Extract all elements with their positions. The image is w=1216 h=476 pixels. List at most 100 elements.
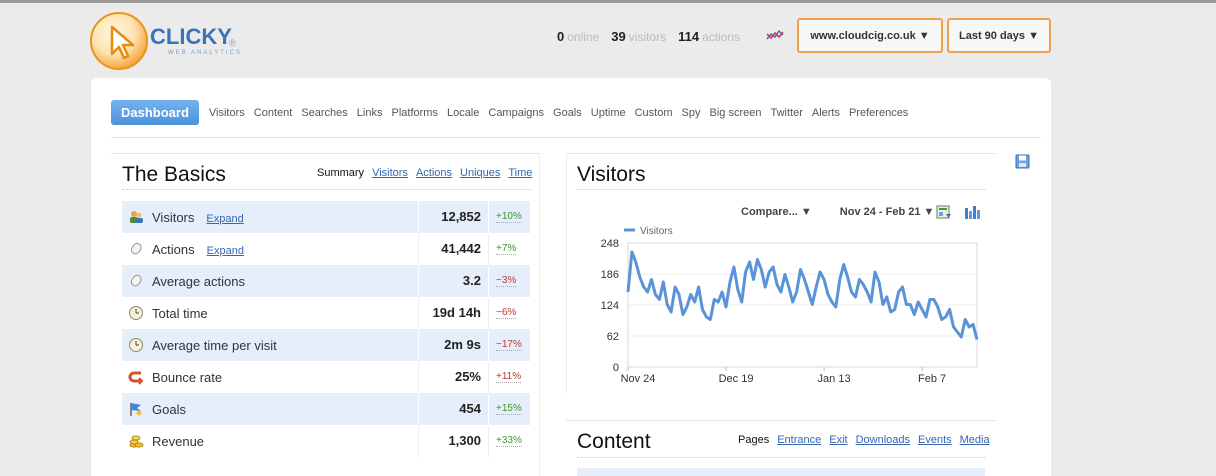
- data-point: [893, 308, 896, 311]
- data-point: [799, 268, 802, 271]
- data-point: [838, 278, 841, 281]
- data-point: [638, 276, 641, 279]
- basics-tab-visitors[interactable]: Visitors: [372, 167, 408, 179]
- tab-uptime[interactable]: Uptime: [591, 107, 626, 119]
- row-change[interactable]: +33%: [496, 435, 522, 447]
- row-label: Average actions: [152, 274, 245, 289]
- basics-row-goals[interactable]: Goals 454 +15%: [122, 393, 530, 425]
- row-change[interactable]: −17%: [496, 339, 522, 351]
- expand-actions-link[interactable]: Expand: [207, 245, 244, 257]
- tab-visitors[interactable]: Visitors: [209, 107, 245, 119]
- expand-visitors-link[interactable]: Expand: [206, 213, 243, 225]
- bar-chart-icon[interactable]: [964, 205, 982, 220]
- tab-dashboard[interactable]: Dashboard: [111, 100, 199, 125]
- export-icon[interactable]: [936, 205, 952, 220]
- average-actions-icon: [128, 273, 144, 289]
- data-point: [685, 306, 688, 309]
- content-tab-entrance[interactable]: Entrance: [777, 434, 821, 446]
- chart-range-dropdown[interactable]: Nov 24 - Feb 21 ▼: [840, 206, 935, 218]
- data-point: [968, 326, 971, 329]
- trend-graph-icon[interactable]: [766, 28, 784, 42]
- basics-tab-uniques[interactable]: Uniques: [460, 167, 500, 179]
- data-point: [834, 306, 837, 309]
- data-point: [897, 291, 900, 294]
- actions-icon: [128, 241, 144, 257]
- content-tabs: Pages Entrance Exit Downloads Events Med…: [738, 434, 990, 446]
- data-point: [650, 278, 653, 281]
- data-point: [783, 273, 786, 276]
- data-point: [756, 258, 759, 261]
- basics-tab-summary[interactable]: Summary: [317, 167, 364, 179]
- tab-platforms[interactable]: Platforms: [391, 107, 437, 119]
- tab-locale[interactable]: Locale: [447, 107, 479, 119]
- tab-searches[interactable]: Searches: [301, 107, 347, 119]
- data-point: [748, 261, 751, 264]
- content-tab-exit[interactable]: Exit: [829, 434, 847, 446]
- content-tab-downloads[interactable]: Downloads: [856, 434, 910, 446]
- data-point: [642, 286, 645, 289]
- clicky-logo[interactable]: CLICKY ® WEB ANALYTICS: [90, 10, 250, 70]
- data-point: [787, 286, 790, 289]
- save-icon[interactable]: [1015, 154, 1030, 169]
- basics-row-visitors[interactable]: Visitors Expand 12,852 +10%: [122, 201, 530, 233]
- top-border: [0, 0, 1216, 3]
- row-change[interactable]: −3%: [496, 275, 517, 287]
- data-point: [697, 286, 700, 289]
- tab-links[interactable]: Links: [357, 107, 383, 119]
- visitors-line-chart[interactable]: 0 62 124 186 248 Nov 24 Dec 19 Jan 13 Feb 7 Visit…: [592, 222, 992, 392]
- goals-flag-icon: [128, 401, 144, 417]
- tab-custom[interactable]: Custom: [635, 107, 673, 119]
- data-point: [889, 311, 892, 314]
- site-select[interactable]: www.cloudcig.co.uk ▼: [797, 18, 943, 53]
- row-label: Revenue: [152, 434, 205, 449]
- stat-actions[interactable]: 114 actions: [678, 29, 740, 44]
- data-point: [866, 291, 869, 294]
- tab-goals[interactable]: Goals: [553, 107, 582, 119]
- content-tab-media[interactable]: Media: [960, 434, 990, 446]
- tab-campaigns[interactable]: Campaigns: [488, 107, 544, 119]
- y-tick-label: 248: [601, 238, 619, 250]
- row-label: Visitors: [152, 210, 195, 225]
- basics-row-actions[interactable]: Actions Expand 41,442 +7%: [122, 233, 530, 265]
- data-point: [658, 298, 661, 301]
- tab-preferences[interactable]: Preferences: [849, 107, 908, 119]
- logo-cursor-icon: [90, 12, 148, 70]
- stat-visitors[interactable]: 39 visitors: [611, 29, 666, 44]
- basics-tab-actions[interactable]: Actions: [416, 167, 452, 179]
- row-change[interactable]: +7%: [496, 243, 517, 255]
- compare-dropdown[interactable]: Compare... ▼: [741, 206, 812, 218]
- data-point: [870, 301, 873, 304]
- data-point: [815, 286, 818, 289]
- date-range-select[interactable]: Last 90 days ▼: [947, 18, 1051, 53]
- data-point: [948, 308, 951, 311]
- row-change[interactable]: −6%: [496, 307, 517, 319]
- bounce-icon: [128, 369, 144, 385]
- y-tick-label: 62: [607, 331, 619, 343]
- x-tick-label: Dec 19: [719, 373, 754, 385]
- content-tab-events[interactable]: Events: [918, 434, 952, 446]
- data-point: [932, 298, 935, 301]
- basics-row-revenue[interactable]: Revenue 1,300 +33%: [122, 425, 530, 457]
- basics-row-average-time[interactable]: Average time per visit 2m 9s −17%: [122, 329, 530, 361]
- basics-row-average-actions[interactable]: Average actions 3.2 −3%: [122, 265, 530, 297]
- basics-row-bounce-rate[interactable]: Bounce rate 25% +11%: [122, 361, 530, 393]
- clock-icon: [128, 337, 144, 353]
- basics-tab-time[interactable]: Time: [508, 167, 532, 179]
- row-change[interactable]: +11%: [496, 371, 522, 383]
- data-point: [826, 293, 829, 296]
- row-change[interactable]: +15%: [496, 403, 522, 415]
- tab-alerts[interactable]: Alerts: [812, 107, 840, 119]
- row-change[interactable]: +10%: [496, 211, 522, 223]
- content-tab-pages[interactable]: Pages: [738, 434, 769, 446]
- tab-twitter[interactable]: Twitter: [770, 107, 802, 119]
- data-point: [677, 293, 680, 296]
- data-point: [654, 293, 657, 296]
- tab-big-screen[interactable]: Big screen: [709, 107, 761, 119]
- data-point: [666, 303, 669, 306]
- basics-row-total-time[interactable]: Total time 19d 14h −6%: [122, 297, 530, 329]
- tab-spy[interactable]: Spy: [682, 107, 701, 119]
- stat-online[interactable]: 0 online: [557, 29, 599, 44]
- data-point: [779, 291, 782, 294]
- data-point: [760, 268, 763, 271]
- tab-content[interactable]: Content: [254, 107, 293, 119]
